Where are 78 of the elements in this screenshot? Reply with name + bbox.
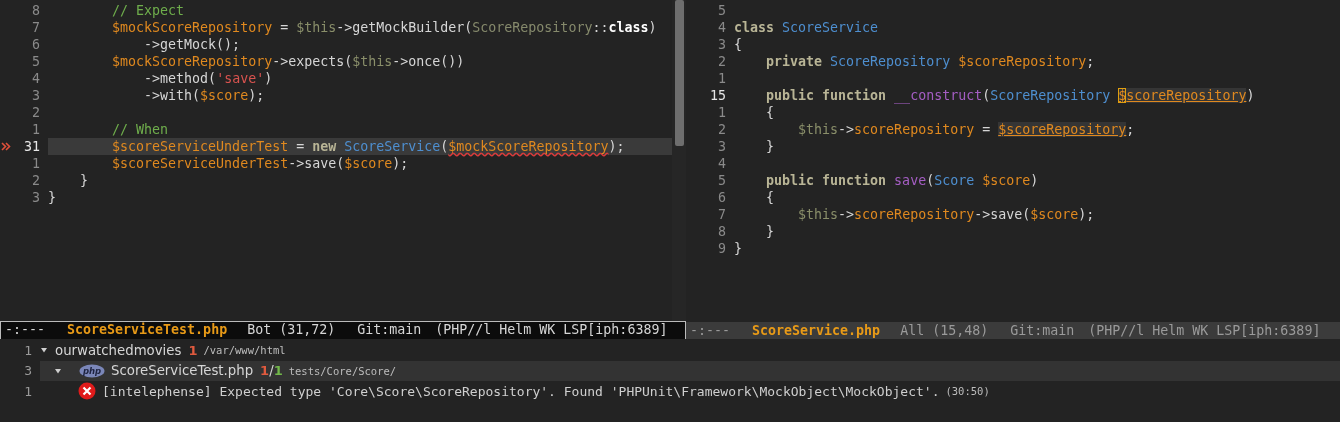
line-number: 3 [717,138,727,155]
cursor-position: Bot (31,72) [247,322,336,339]
code-line: { [765,189,776,206]
line-number: 1 [717,104,727,121]
code-line: class ScoreService [734,19,880,36]
cursor-position: All (15,48) [900,322,989,339]
line-number: 8 [31,2,41,19]
caret-icon[interactable] [54,366,62,375]
folder-path: tests/Core/Score/ [288,364,397,377]
code-line: ->with($score); [143,87,266,104]
project-name[interactable]: ourwatchedmovies [55,342,182,358]
line-number: 4 [31,70,41,87]
code-line: } [765,138,776,155]
code-line: } [734,240,743,257]
code-line: { [734,36,743,53]
line-number: 4 [717,155,727,172]
line-number: 1 [23,342,33,358]
git-branch: Git:main [1010,322,1075,339]
line-number: 31 [23,138,41,155]
code-line: ->getMock(); [143,36,242,53]
line-number: 3 [23,363,33,379]
code-line: $this->scoreRepository = $scoreRepository; [797,121,1136,138]
line-number: 4 [717,19,727,36]
php-file-icon: php [79,363,105,378]
count-separator: / [269,363,274,379]
buffer-name[interactable]: ScoreServiceTest.php [67,322,228,339]
code-line: private ScoreRepository $scoreRepository; [765,53,1096,70]
line-number: 3 [31,189,41,206]
code-line: } [79,172,90,189]
line-number: 5 [717,2,727,19]
line-number: 5 [31,53,41,70]
line-number: 6 [31,36,41,53]
line-number: 7 [717,206,727,223]
buffer-name[interactable]: ScoreService.php [752,322,881,339]
code-line: } [48,189,57,206]
line-number: 9 [717,240,727,257]
line-number: 5 [717,172,727,189]
diagnostic-message: [intelephense] Expected type 'Core\Score\ScoreRepository'. Found 'PHPUnit\Framework\MockObject\MockObject'. [102,383,940,399]
diagnostic-position: (30:50) [945,385,990,398]
selected-row[interactable]: php ScoreServiceTest.php 1/1 tests/Core/Score/ [40,360,1340,381]
line-number: 8 [717,223,727,240]
line-number: 7 [31,19,41,36]
line-number: 1 [31,121,41,138]
line-number: 3 [31,87,41,104]
code-line: ->method('save') [143,70,274,87]
line-number: 2 [717,121,727,138]
code-line: public function save(Score $score) [765,172,1040,189]
line-number: 6 [717,189,727,206]
code-line: // When [111,121,170,138]
line-number: 2 [31,104,41,121]
mode-list: (PHP//l Helm WK LSP[iph:6389] [435,322,668,339]
line-number: 1 [23,383,33,399]
line-number: 3 [717,36,727,53]
line-number: 15 [709,87,727,104]
scrollbar-thumb[interactable] [674,0,684,146]
file-name[interactable]: ScoreServiceTest.php [111,363,254,379]
folder-path: /var/www/html [203,344,286,357]
code-line: { [765,104,776,121]
code-line: } [765,223,776,240]
code-line: $this->scoreRepository->save($score); [797,206,1096,223]
code-line: // Expect [111,2,186,19]
buffer-state: -:--- [690,322,731,339]
line-number: 2 [31,172,41,189]
mode-list: (PHP//l Helm WK LSP[iph:6389] [1088,322,1321,339]
code-line: $mockScoreRepository = $this->getMockBuilder(ScoreRepository::class) [111,19,658,36]
buffer-state: -:--- [5,322,46,339]
line-number: 1 [717,70,727,87]
git-branch: Git:main [357,322,422,339]
code-line: $scoreServiceUnderTest->save($score); [111,155,410,172]
error-icon [78,382,96,401]
code-line: public function __construct(ScoreRepository $scoreRepository) [765,87,1256,104]
line-number: 2 [717,53,727,70]
caret-icon[interactable] [40,346,48,355]
code-line: $mockScoreRepository->expects($this->once()) [111,53,466,70]
line-number: 1 [31,155,41,172]
error-count: 1 [260,363,270,379]
total-count: 1 [273,363,283,379]
error-count: 1 [188,342,198,358]
